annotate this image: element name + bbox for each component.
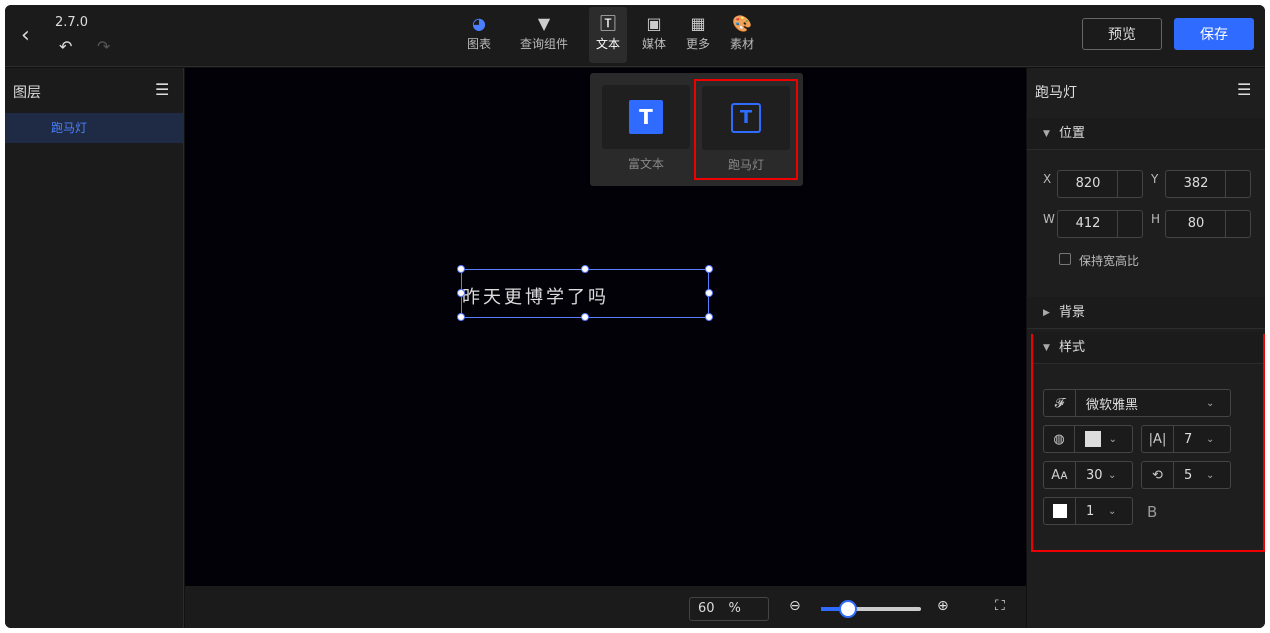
stroke-select[interactable]: 1 ⌄ — [1043, 497, 1133, 525]
toolbar-more[interactable]: ▦ 更多 — [683, 13, 713, 52]
bold-button[interactable]: B — [1147, 503, 1157, 521]
speed-icon: ⟲ — [1142, 462, 1174, 488]
preview-button[interactable]: 预览 — [1082, 18, 1162, 50]
resize-handle[interactable] — [581, 265, 589, 273]
toolbar-chart[interactable]: ◕ 图表 — [464, 13, 494, 52]
background-section[interactable]: ▶ 背景 — [1027, 297, 1265, 329]
save-button[interactable]: 保存 — [1174, 18, 1254, 50]
filter-icon: ▼ — [537, 14, 551, 33]
font-size-select[interactable]: Aᴀ 30 ⌄ — [1043, 461, 1133, 489]
props-title: 跑马灯 — [1035, 85, 1077, 101]
properties-panel: 跑马灯 ☰ ▼ 位置 X 820 Y 382 W 412 H 80 保持宽高比 ▶… — [1027, 68, 1265, 628]
resize-handle[interactable] — [457, 265, 465, 273]
keep-ratio-checkbox[interactable] — [1059, 253, 1071, 265]
redo-icon[interactable]: ↷ — [97, 37, 110, 56]
layers-title: 图层 — [13, 85, 41, 101]
resize-handle[interactable] — [705, 313, 713, 321]
grid-icon: ▦ — [690, 14, 706, 33]
palette-icon: ◍ — [1044, 426, 1076, 452]
undo-icon[interactable]: ↶ — [59, 37, 72, 56]
zoom-out-icon[interactable]: ⊖ — [789, 598, 801, 614]
toolbar-text[interactable]: 🅃 文本 — [589, 7, 627, 63]
pie-chart-icon: ◕ — [472, 14, 486, 33]
top-bar: ‹ 2.7.0 ↶ ↷ ◕ 图表 ▼ 查询组件 🅃 文本 ▣ 媒体 ▦ 更多 🎨 素材 预览… — [5, 5, 1265, 67]
keep-ratio-label: 保持宽高比 — [1079, 254, 1140, 268]
resize-handle[interactable] — [705, 289, 713, 297]
zoom-bar: 60% ⊖ ⊕ ⛶ — [185, 586, 1026, 628]
image-icon: ▣ — [646, 14, 662, 33]
zoom-in-icon[interactable]: ⊕ — [937, 598, 949, 614]
x-input[interactable]: 820 — [1057, 170, 1143, 198]
layer-item[interactable]: 跑马灯 — [5, 113, 184, 143]
y-input[interactable]: 382 — [1165, 170, 1251, 198]
toolbar-assets[interactable]: 🎨 素材 — [727, 13, 757, 52]
back-icon[interactable]: ‹ — [21, 23, 30, 48]
stroke-color-icon — [1044, 498, 1076, 524]
font-select[interactable]: 𝓕 微软雅黑 ⌄ — [1043, 389, 1231, 417]
text-popup: T 富文本 T 跑马灯 — [590, 73, 803, 186]
marquee-text: 昨天更博学了吗 — [462, 287, 609, 308]
font-size-icon: Aᴀ — [1044, 462, 1076, 488]
version: 2.7.0 — [55, 15, 89, 30]
app-window: ‹ 2.7.0 ↶ ↷ ◕ 图表 ▼ 查询组件 🅃 文本 ▣ 媒体 ▦ 更多 🎨 素材 预览… — [5, 5, 1265, 628]
speed-select[interactable]: ⟲ 5 ⌄ — [1141, 461, 1231, 489]
marquee-option[interactable]: T 跑马灯 — [694, 79, 798, 180]
zoom-input[interactable]: 60% — [689, 597, 769, 621]
style-section[interactable]: ▼ 样式 — [1033, 332, 1263, 364]
palette-icon: 🎨 — [732, 14, 752, 33]
color-select[interactable]: ◍ ⌄ — [1043, 425, 1133, 453]
letter-spacing-select[interactable]: |A| 7 ⌄ — [1141, 425, 1231, 453]
toolbar-media[interactable]: ▣ 媒体 — [639, 13, 669, 52]
position-section[interactable]: ▼ 位置 — [1027, 118, 1265, 150]
toolbar-query[interactable]: ▼ 查询组件 — [519, 13, 569, 52]
marquee-icon: T — [731, 103, 761, 133]
w-input[interactable]: 412 — [1057, 210, 1143, 238]
h-input[interactable]: 80 — [1165, 210, 1251, 238]
text-icon: 🅃 — [599, 14, 616, 33]
resize-handle[interactable] — [581, 313, 589, 321]
letter-spacing-icon: |A| — [1142, 426, 1174, 452]
resize-handle[interactable] — [457, 289, 465, 297]
marquee-element[interactable]: 昨天更博学了吗 — [461, 269, 709, 318]
fit-icon[interactable]: ⛶ — [995, 598, 1005, 614]
zoom-slider[interactable] — [821, 600, 921, 618]
menu-icon[interactable]: ☰ — [1237, 80, 1251, 99]
font-icon: 𝓕 — [1044, 390, 1076, 416]
resize-handle[interactable] — [457, 313, 465, 321]
resize-handle[interactable] — [705, 265, 713, 273]
layers-panel: 图层 ☰ 跑马灯 — [5, 68, 184, 628]
collapse-icon[interactable]: ☰ — [155, 80, 169, 99]
richtext-option[interactable]: T 富文本 — [602, 85, 690, 173]
richtext-icon: T — [629, 100, 663, 134]
